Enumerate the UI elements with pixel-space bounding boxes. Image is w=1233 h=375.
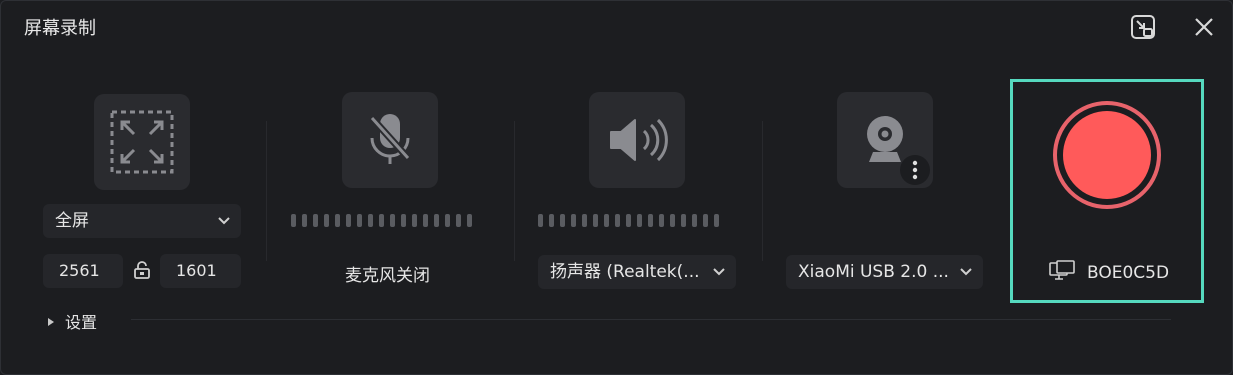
camera-dropdown[interactable]: XiaoMi USB 2.0 ... bbox=[786, 255, 983, 289]
display-selector[interactable]: BOE0C5D bbox=[1049, 260, 1169, 286]
settings-divider bbox=[131, 319, 1171, 320]
column-divider bbox=[762, 121, 763, 261]
chevron-down-icon bbox=[217, 204, 231, 250]
fullscreen-region-icon bbox=[110, 110, 174, 174]
microphone-tile[interactable] bbox=[342, 92, 438, 188]
triangle-right-icon bbox=[47, 312, 55, 331]
record-button[interactable] bbox=[1053, 101, 1161, 209]
capture-width-input[interactable]: 2561 bbox=[43, 254, 123, 288]
more-vertical-icon[interactable] bbox=[900, 155, 930, 185]
display-name: BOE0C5D bbox=[1087, 263, 1170, 283]
fullscreen-region-tile[interactable] bbox=[94, 94, 190, 190]
capture-mode-label: 全屏 bbox=[55, 211, 89, 231]
monitor-icon bbox=[1049, 260, 1075, 286]
capture-mode-dropdown[interactable]: 全屏 bbox=[43, 204, 241, 238]
column-divider bbox=[266, 121, 267, 261]
record-icon bbox=[1053, 101, 1161, 209]
speaker-device-label: 扬声器 (Realtek(... bbox=[550, 262, 700, 282]
mic-level-meter bbox=[291, 214, 472, 228]
mic-off-icon bbox=[369, 114, 411, 164]
close-icon[interactable] bbox=[1190, 13, 1218, 41]
capture-height-input[interactable]: 1601 bbox=[160, 254, 241, 288]
minimize-to-corner-icon[interactable] bbox=[1129, 13, 1157, 41]
column-divider bbox=[514, 121, 515, 261]
speaker-level-meter bbox=[538, 214, 719, 228]
settings-label: 设置 bbox=[65, 313, 98, 332]
chevron-down-icon bbox=[959, 255, 973, 301]
record-highlight: BOE0C5D bbox=[1010, 79, 1204, 303]
chevron-down-icon bbox=[712, 255, 726, 301]
screen-record-window: 屏幕录制 全屏 2561 1601 麦克风关闭 扬声器 (Realtek(...… bbox=[0, 0, 1233, 375]
mic-status-label: 麦克风关闭 bbox=[345, 266, 430, 286]
speaker-tile[interactable] bbox=[589, 92, 685, 188]
settings-toggle[interactable]: 设置 bbox=[47, 309, 97, 333]
camera-device-label: XiaoMi USB 2.0 ... bbox=[798, 262, 949, 282]
lock-ratio-icon[interactable] bbox=[132, 260, 152, 280]
window-title: 屏幕录制 bbox=[24, 18, 96, 39]
speaker-dropdown[interactable]: 扬声器 (Realtek(... bbox=[538, 255, 736, 289]
speaker-icon bbox=[610, 118, 668, 162]
